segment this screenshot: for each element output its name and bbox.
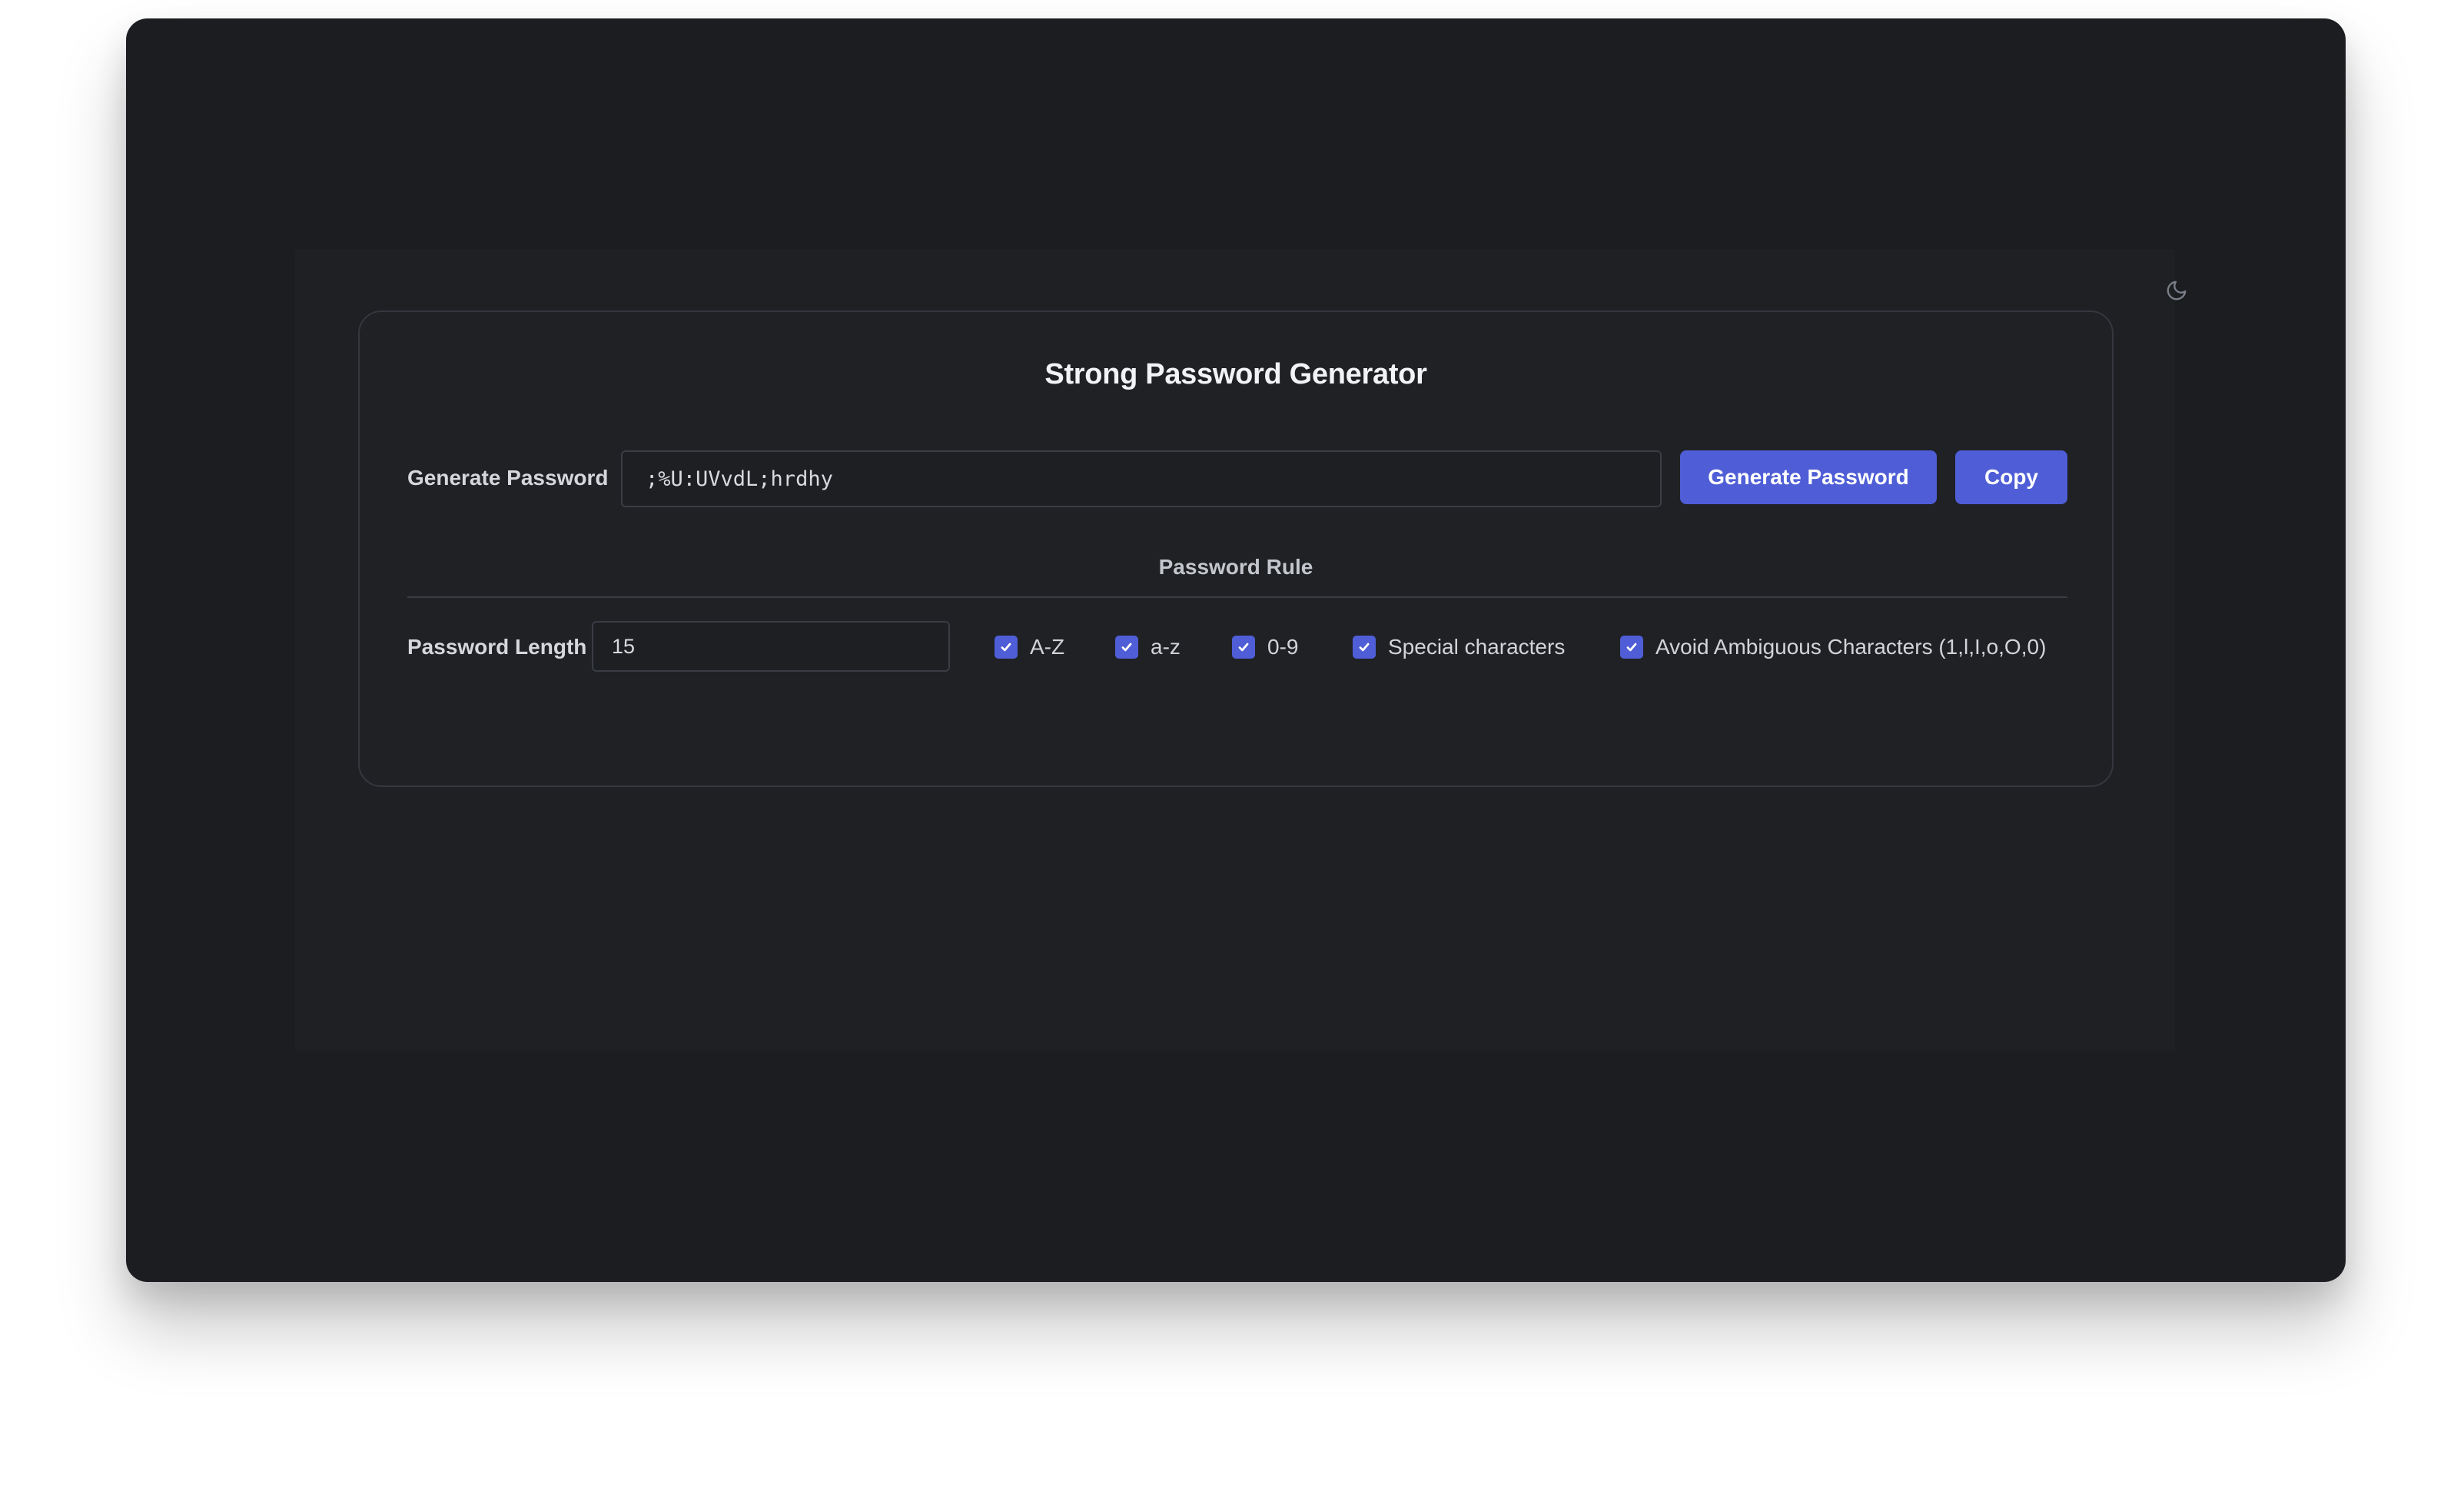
page-title: Strong Password Generator: [1044, 358, 1427, 390]
check-icon: [1359, 643, 1370, 652]
password-length-input[interactable]: [592, 621, 950, 672]
uppercase-checkbox[interactable]: [995, 636, 1018, 659]
copy-button[interactable]: Copy: [1955, 450, 2067, 504]
check-icon: [1121, 643, 1132, 652]
option-uppercase[interactable]: A-Z: [995, 633, 1064, 661]
password-rule-heading: Password Rule: [1158, 555, 1313, 579]
rule-divider: [407, 596, 2067, 598]
uppercase-label: A-Z: [1030, 635, 1065, 659]
digits-checkbox[interactable]: [1232, 636, 1255, 659]
check-icon: [1001, 643, 1011, 652]
digits-label: 0-9: [1267, 635, 1299, 659]
option-avoid-ambiguous[interactable]: Avoid Ambiguous Characters (1,l,I,o,O,0): [1620, 633, 2046, 661]
app-container: Strong Password Generator Generate Passw…: [295, 249, 2187, 1051]
option-digits[interactable]: 0-9: [1232, 633, 1298, 661]
generate-password-button[interactable]: Generate Password: [1680, 450, 1937, 504]
lowercase-label: a-z: [1151, 635, 1181, 659]
lowercase-checkbox[interactable]: [1115, 636, 1138, 659]
option-special-characters[interactable]: Special characters: [1353, 633, 1565, 661]
avoid-ambiguous-label: Avoid Ambiguous Characters (1,l,I,o,O,0): [1655, 635, 2047, 659]
app-window: Strong Password Generator Generate Passw…: [126, 18, 2346, 1282]
generate-password-label: Generate Password: [407, 466, 609, 490]
theme-toggle-button[interactable]: [2161, 277, 2192, 307]
moon-icon: [2165, 279, 2188, 306]
check-icon: [1238, 643, 1249, 652]
special-characters-checkbox[interactable]: [1353, 636, 1376, 659]
password-length-label: Password Length: [407, 635, 587, 659]
option-lowercase[interactable]: a-z: [1115, 633, 1181, 661]
password-output-field[interactable]: [621, 450, 1662, 507]
check-icon: [1626, 643, 1637, 652]
avoid-ambiguous-checkbox[interactable]: [1620, 636, 1643, 659]
special-characters-label: Special characters: [1388, 635, 1566, 659]
generator-card: Strong Password Generator Generate Passw…: [358, 311, 2114, 787]
